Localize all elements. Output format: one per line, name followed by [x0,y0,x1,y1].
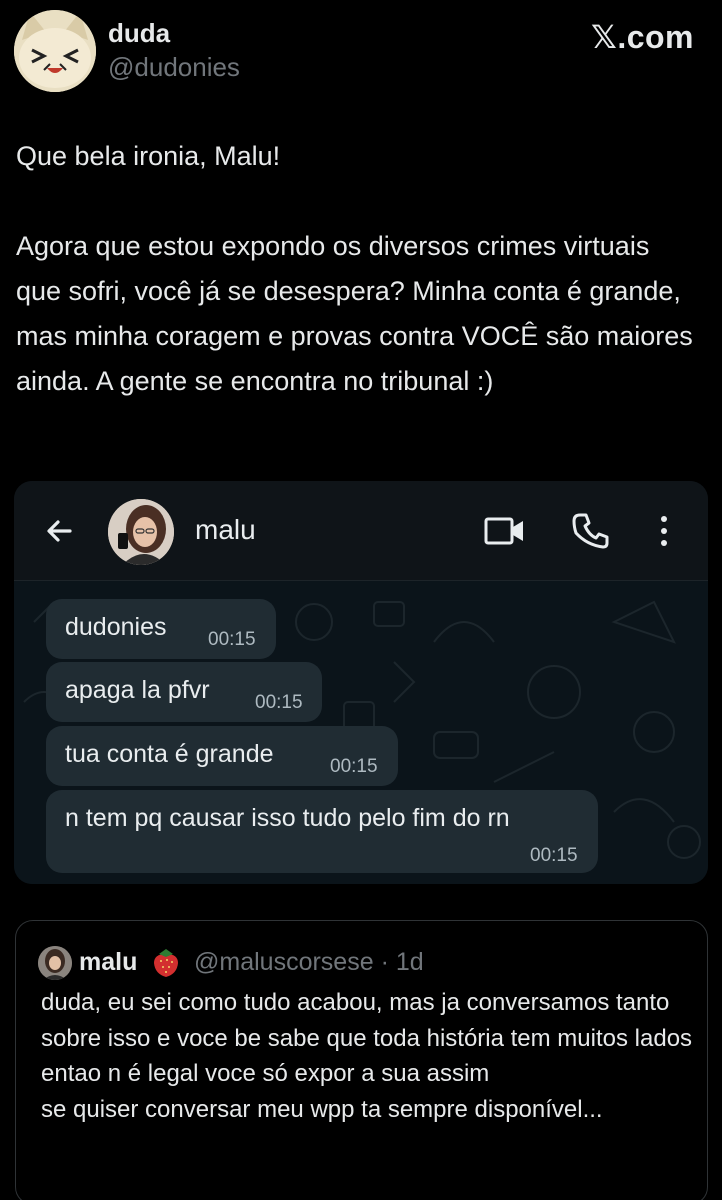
message-time: 00:15 [208,629,256,650]
chat-bubble-1[interactable]: dudonies 00:15 [46,599,276,659]
message-text: dudonies [65,613,167,641]
message-time: 00:15 [255,692,303,713]
quote-body: duda, eu sei como tudo acabou, mas ja co… [41,989,693,1123]
chat-header: malu [14,481,708,581]
message-text: apaga la pfvr [65,676,210,704]
phone-icon [572,513,609,549]
chat-screenshot[interactable]: malu dudonies 00:15 apaga la pfvr 00:15 … [14,481,708,884]
message-text: tua conta é grande [65,740,274,768]
message-time: 00:15 [530,845,578,866]
message-text: n tem pq causar isso tudo pelo fim do rn [65,804,510,832]
chat-bubble-4[interactable]: n tem pq causar isso tudo pelo fim do rn… [46,790,598,873]
author-handle[interactable]: @dudonies [108,52,240,83]
author-avatar[interactable] [14,10,96,92]
more-vertical-icon [661,516,667,546]
contact-avatar [108,499,174,565]
tweet-body: Que bela ironia, Malu! Agora que estou e… [16,141,693,396]
quote-author-handle: @maluscorsese · 1d [194,948,424,977]
quoted-tweet[interactable]: malu @maluscorsese · 1d duda, eu sei com… [15,920,708,1200]
strawberry-emoji-icon [154,949,178,977]
quote-avatar [38,946,72,980]
video-call-icon [484,517,523,545]
quote-handle: @maluscorsese [194,948,374,976]
author-name[interactable]: duda [108,18,170,49]
x-logo-watermark: 𝕏.com [591,19,694,55]
contact-name: malu [195,514,256,545]
chat-bubble-3[interactable]: tua conta é grande 00:15 [46,726,398,786]
chat-bubble-2[interactable]: apaga la pfvr 00:15 [46,662,322,722]
back-arrow-icon [47,520,72,542]
quote-timestamp: · 1d [380,948,424,976]
quote-author-name: malu [79,948,138,976]
message-time: 00:15 [330,756,378,777]
